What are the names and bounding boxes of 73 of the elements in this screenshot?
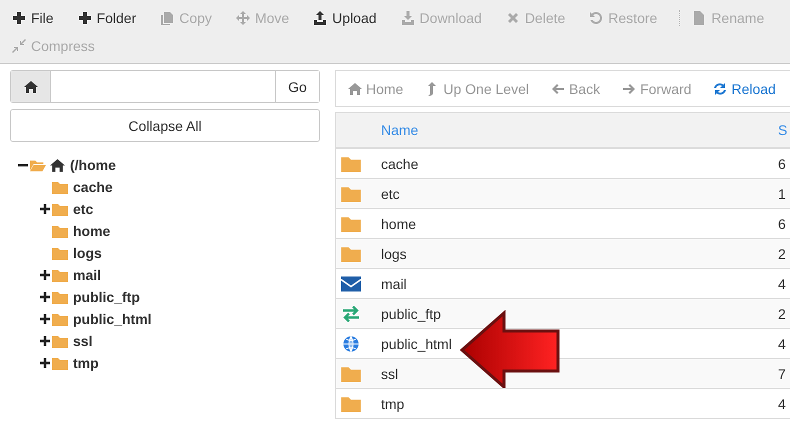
tree-item[interactable]: home bbox=[70, 223, 110, 239]
file-name[interactable]: ssl bbox=[381, 366, 398, 382]
folder-icon bbox=[52, 334, 68, 348]
tree-item[interactable]: tmp bbox=[70, 355, 99, 371]
expand-toggle[interactable] bbox=[40, 314, 50, 324]
folder-icon bbox=[341, 216, 361, 232]
file-name[interactable]: public_html bbox=[381, 336, 452, 352]
plus-icon bbox=[12, 11, 26, 25]
folder-icon bbox=[341, 186, 361, 202]
tree-item[interactable]: cache bbox=[70, 179, 113, 195]
back-icon bbox=[550, 82, 565, 96]
restore-icon bbox=[589, 11, 604, 25]
folder-icon bbox=[52, 202, 68, 216]
table-cell: 2 bbox=[778, 246, 786, 262]
envelope-icon bbox=[341, 276, 361, 292]
tree-item[interactable]: public_html bbox=[70, 311, 152, 327]
transfer-icon bbox=[341, 306, 361, 322]
table-cell: 7 bbox=[778, 366, 786, 382]
toolbar-button[interactable]: Upload bbox=[311, 10, 389, 26]
copy-icon bbox=[160, 11, 174, 25]
globe-icon bbox=[341, 336, 361, 352]
toolbar-button[interactable]: Folder bbox=[76, 10, 148, 26]
upload-icon bbox=[313, 11, 328, 25]
reload-icon bbox=[713, 82, 728, 96]
folder-icon bbox=[52, 180, 68, 194]
collapse-all-button[interactable]: Collapse All bbox=[10, 109, 320, 142]
folder-icon bbox=[52, 356, 68, 370]
table-cell: 4 bbox=[778, 396, 786, 412]
file-name[interactable]: etc bbox=[381, 186, 400, 202]
file-name[interactable]: tmp bbox=[381, 396, 404, 412]
expand-toggle[interactable] bbox=[40, 204, 50, 214]
plus-icon bbox=[78, 11, 92, 25]
expand-toggle[interactable] bbox=[40, 358, 50, 368]
tree-item[interactable]: mail bbox=[70, 267, 102, 283]
expand-toggle[interactable] bbox=[40, 336, 50, 346]
table-cell: 4 bbox=[778, 336, 786, 352]
file-name[interactable]: public_ftp bbox=[381, 306, 441, 322]
folder-icon bbox=[52, 224, 68, 238]
tree-item[interactable]: (/home bbox=[67, 157, 116, 173]
table-cell: 6 bbox=[778, 216, 786, 232]
folder-icon bbox=[52, 312, 68, 326]
forward-icon bbox=[622, 82, 636, 96]
file-name[interactable]: logs bbox=[381, 246, 407, 262]
folder-icon bbox=[341, 396, 361, 412]
expand-toggle[interactable] bbox=[40, 292, 50, 302]
folder-icon bbox=[341, 156, 361, 172]
folder-icon bbox=[52, 268, 68, 282]
tree-item[interactable]: etc bbox=[70, 201, 94, 217]
file-name[interactable]: mail bbox=[381, 276, 407, 292]
close-icon bbox=[506, 11, 520, 25]
toolbar-button[interactable]: File bbox=[10, 10, 66, 26]
folder-icon bbox=[52, 290, 68, 304]
expand-toggle[interactable] bbox=[40, 270, 50, 280]
folder-icon bbox=[30, 158, 46, 172]
tree-item[interactable]: public_ftp bbox=[70, 289, 140, 305]
download-icon bbox=[400, 11, 415, 25]
file-name[interactable]: home bbox=[381, 216, 416, 232]
folder-icon bbox=[341, 366, 361, 382]
file-name[interactable]: cache bbox=[381, 156, 418, 172]
folder-icon bbox=[341, 246, 361, 262]
table-cell: 2 bbox=[778, 306, 786, 322]
home-icon bbox=[348, 82, 362, 96]
table-cell: 4 bbox=[778, 276, 786, 292]
tree-item[interactable]: ssl bbox=[70, 333, 92, 349]
folder-icon bbox=[52, 246, 68, 260]
nav-button[interactable]: Reload bbox=[713, 80, 776, 96]
table-cell: 1 bbox=[778, 186, 786, 202]
file-icon bbox=[692, 11, 706, 25]
tree-item[interactable]: logs bbox=[70, 245, 102, 261]
move-icon bbox=[236, 11, 250, 25]
table-cell: 6 bbox=[778, 156, 786, 172]
compress-icon bbox=[12, 39, 26, 53]
home-icon bbox=[50, 158, 65, 172]
